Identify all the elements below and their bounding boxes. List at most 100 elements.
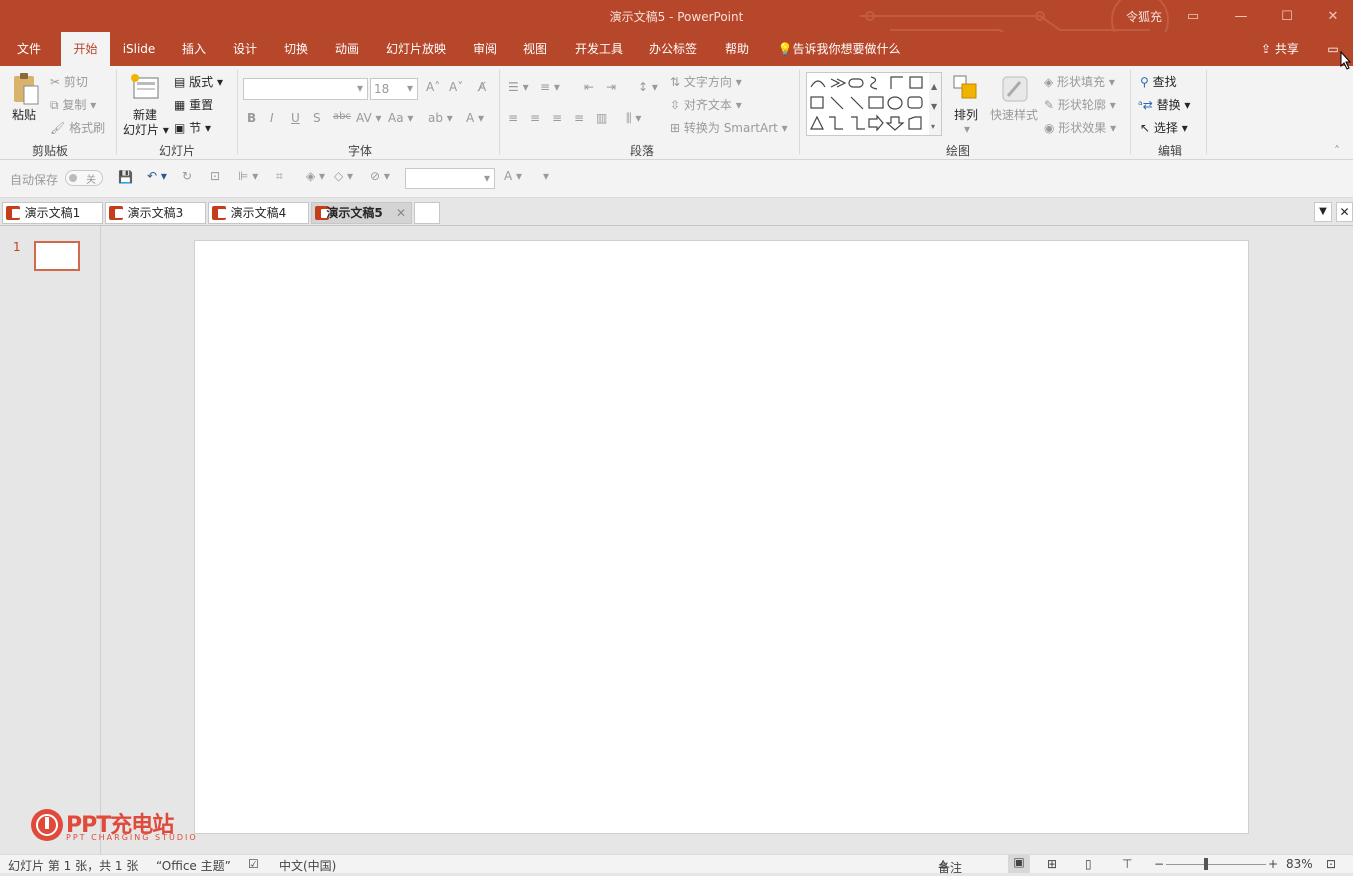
underline-icon[interactable]: U: [291, 111, 300, 125]
crop-icon[interactable]: ⌗: [276, 169, 283, 184]
tab-review[interactable]: 审阅: [462, 32, 508, 66]
save-icon[interactable]: 💾: [118, 170, 133, 184]
strikethrough-icon[interactable]: abc: [333, 111, 351, 122]
text-fill-icon[interactable]: A ▾: [504, 169, 522, 183]
insert-shapes-icon[interactable]: ◇ ▾: [334, 169, 353, 183]
slide-sorter-icon[interactable]: ⊞: [1047, 857, 1057, 871]
tell-me-search[interactable]: 💡告诉我你想要做什么: [772, 32, 906, 66]
select-button[interactable]: ↖ 选择 ▾: [1140, 119, 1188, 136]
cut-button[interactable]: ✂ 剪切: [50, 73, 88, 90]
arrange-button[interactable]: [950, 72, 980, 105]
merge-shapes-icon[interactable]: ⊘ ▾: [370, 169, 390, 183]
tab-islide[interactable]: iSlide: [114, 32, 164, 66]
bold-icon[interactable]: B: [247, 111, 256, 125]
shape-outline-button[interactable]: ✎ 形状轮廓 ▾: [1044, 96, 1116, 113]
new-slide-button[interactable]: [128, 72, 162, 105]
tab-slideshow[interactable]: 幻灯片放映: [378, 32, 454, 66]
increase-indent-icon[interactable]: ⇥: [606, 80, 616, 94]
close-button[interactable]: ✕: [1310, 0, 1353, 32]
reset-button[interactable]: ▦ 重置: [174, 96, 213, 113]
numbering-icon[interactable]: ≡ ▾: [540, 80, 560, 94]
zoom-level[interactable]: 83%: [1286, 857, 1313, 871]
fit-to-window-icon[interactable]: ⊡: [1326, 857, 1336, 871]
convert-smartart-button[interactable]: ⊞ 转换为 SmartArt ▾: [670, 119, 788, 136]
doc-tab-active[interactable]: 演示文稿5 ✕: [311, 202, 412, 224]
shape-effects-button[interactable]: ◉ 形状效果 ▾: [1044, 119, 1116, 136]
doc-tab[interactable]: 演示文稿3: [105, 202, 206, 224]
collapse-ribbon-icon[interactable]: ˄: [1334, 144, 1340, 158]
replace-button[interactable]: ᵃ⇄ 替换 ▾: [1138, 96, 1190, 113]
new-tab-button[interactable]: [414, 202, 440, 224]
section-button[interactable]: ▣ 节 ▾: [174, 119, 211, 136]
tab-home[interactable]: 开始: [61, 32, 110, 66]
close-tab-icon[interactable]: ✕: [396, 203, 406, 223]
language[interactable]: 中文(中国): [279, 857, 336, 874]
paste-button[interactable]: [10, 72, 40, 109]
font-color-icon[interactable]: A ▾: [466, 111, 484, 125]
doc-tab[interactable]: 演示文稿4: [208, 202, 309, 224]
slide-thumbnail[interactable]: [34, 241, 80, 271]
change-case-icon[interactable]: Aa ▾: [388, 111, 413, 125]
spellcheck-icon[interactable]: ☑: [248, 857, 259, 871]
align-left-icon[interactable]: ≡: [508, 111, 518, 125]
tab-developer[interactable]: 开发工具: [566, 32, 632, 66]
shapes-gallery[interactable]: ▲ ▼ ▾: [806, 72, 942, 136]
doc-tab[interactable]: 演示文稿1: [2, 202, 103, 224]
clear-formatting-icon[interactable]: A̸: [478, 80, 486, 94]
tab-list-dropdown-icon[interactable]: ▼: [1314, 202, 1332, 222]
share-button[interactable]: ⇪ 共享: [1250, 32, 1310, 66]
format-painter-button[interactable]: 🖌 格式刷: [50, 119, 105, 136]
maximize-button[interactable]: ☐: [1264, 0, 1310, 32]
decrease-indent-icon[interactable]: ⇤: [584, 80, 594, 94]
undo-icon[interactable]: ↶ ▾: [147, 169, 167, 183]
slideshow-icon[interactable]: ⊤: [1122, 857, 1132, 871]
qat-font-size-select[interactable]: ▾: [405, 168, 495, 189]
tab-view[interactable]: 视图: [512, 32, 558, 66]
slideshow-from-start-icon[interactable]: ⊡: [210, 169, 220, 183]
tab-insert[interactable]: 插入: [170, 32, 218, 66]
character-spacing-icon[interactable]: AV ▾: [356, 111, 382, 125]
close-all-tabs-icon[interactable]: ✕: [1336, 202, 1353, 222]
minimize-button[interactable]: —: [1218, 0, 1264, 32]
columns-icon[interactable]: ⫼ ▾: [626, 111, 641, 126]
align-right-icon[interactable]: ≡: [552, 111, 562, 125]
zoom-out-button[interactable]: −: [1154, 857, 1164, 871]
align-text-button[interactable]: ⇳ 对齐文本 ▾: [670, 96, 742, 113]
text-shadow-icon[interactable]: S: [313, 111, 321, 125]
redo-icon[interactable]: ↻: [182, 169, 192, 183]
distributed-icon[interactable]: ▥: [596, 111, 607, 125]
shape-fill-button[interactable]: ◈ 形状填充 ▾: [1044, 73, 1115, 90]
layout-button[interactable]: ▤ 版式 ▾: [174, 73, 223, 90]
autosave-toggle[interactable]: 关: [65, 170, 103, 186]
tab-file[interactable]: 文件: [4, 32, 54, 66]
copy-button[interactable]: ⧉ 复制 ▾: [50, 96, 96, 113]
line-spacing-icon[interactable]: ↕ ▾: [638, 80, 658, 94]
tab-transitions[interactable]: 切换: [273, 32, 319, 66]
normal-view-icon[interactable]: ▣: [1008, 855, 1030, 873]
bullets-icon[interactable]: ☰ ▾: [508, 80, 529, 94]
shrink-font-icon[interactable]: A˅: [449, 80, 463, 94]
align-center-icon[interactable]: ≡: [530, 111, 540, 125]
find-button[interactable]: ⚲ 查找: [1140, 73, 1177, 90]
zoom-slider-thumb[interactable]: [1204, 858, 1208, 870]
align-objects-icon[interactable]: ⊫ ▾: [238, 169, 258, 183]
text-direction-button[interactable]: ⇅ 文字方向 ▾: [670, 73, 742, 90]
highlight-icon[interactable]: ab ▾: [428, 111, 453, 125]
justify-icon[interactable]: ≡: [574, 111, 584, 125]
font-name-select[interactable]: ▾: [243, 78, 368, 100]
user-name[interactable]: 令狐充: [1126, 8, 1162, 25]
ribbon-display-options-icon[interactable]: ▭: [1170, 0, 1216, 32]
fill-icon[interactable]: ◈ ▾: [306, 169, 325, 183]
customize-qat-icon[interactable]: ▾: [543, 169, 549, 183]
tab-office-tab[interactable]: 办公标签: [640, 32, 706, 66]
slide-canvas[interactable]: [194, 240, 1249, 834]
grow-font-icon[interactable]: A˄: [426, 80, 440, 94]
tab-animations[interactable]: 动画: [324, 32, 370, 66]
italic-icon[interactable]: I: [270, 111, 274, 125]
zoom-in-button[interactable]: +: [1268, 857, 1278, 871]
reading-view-icon[interactable]: ▯: [1085, 857, 1092, 871]
tab-help[interactable]: 帮助: [714, 32, 760, 66]
font-size-select[interactable]: 18 ▾: [370, 78, 418, 100]
quick-styles-button[interactable]: 快速样式: [990, 106, 1038, 123]
tab-design[interactable]: 设计: [222, 32, 268, 66]
